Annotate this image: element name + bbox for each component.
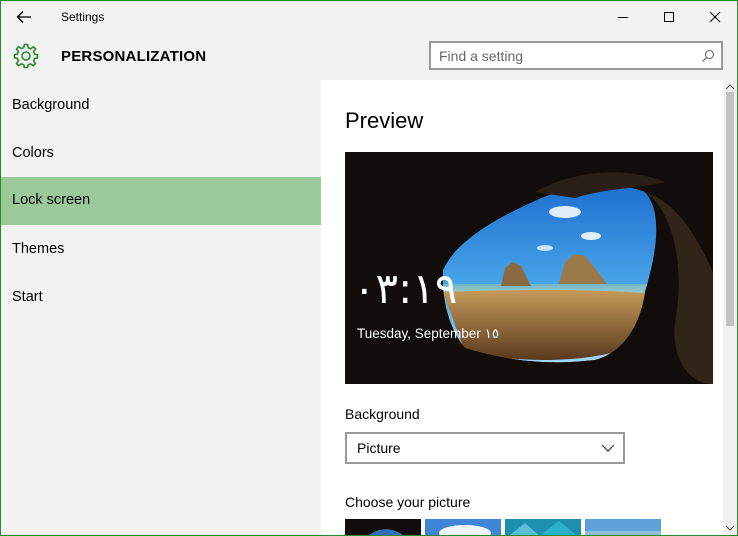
sidebar-nav: Background Colors Lock screen Themes Sta… — [1, 80, 321, 535]
search-input[interactable] — [439, 47, 689, 65]
picture-thumbnail[interactable] — [505, 519, 581, 535]
sidebar-item-themes[interactable]: Themes — [1, 226, 321, 274]
thumbnail-image — [425, 519, 501, 535]
gear-icon — [13, 43, 39, 69]
preview-heading: Preview — [345, 108, 424, 133]
scroll-up-icon[interactable] — [725, 83, 735, 91]
thumbnail-image — [345, 519, 421, 535]
window-title: Settings — [61, 10, 105, 24]
sidebar-item-label: Lock screen — [12, 192, 91, 208]
close-button[interactable] — [692, 1, 737, 33]
choose-picture-label: Choose your picture — [345, 494, 471, 510]
close-icon — [709, 11, 721, 23]
picture-thumbnail[interactable] — [425, 519, 501, 535]
back-arrow-icon — [16, 11, 31, 23]
chevron-down-icon — [601, 444, 615, 452]
maximize-icon — [664, 12, 674, 22]
sidebar-item-colors[interactable]: Colors — [1, 130, 321, 178]
sidebar-item-label: Colors — [12, 145, 54, 161]
sidebar-item-background[interactable]: Background — [1, 82, 321, 130]
minimize-button[interactable] — [600, 1, 646, 33]
thumbnail-image — [585, 519, 661, 535]
back-button[interactable] — [11, 5, 37, 29]
thumbnail-image — [505, 519, 581, 535]
search-icon[interactable] — [701, 49, 715, 63]
sidebar-item-label: Themes — [12, 241, 65, 257]
vertical-scrollbar[interactable] — [723, 80, 737, 535]
sidebar-item-lock-screen[interactable]: Lock screen — [1, 177, 321, 225]
minimize-icon — [618, 17, 628, 18]
lock-screen-preview: ٠٣:١٩ Tuesday, September ١٥ — [345, 152, 713, 384]
page-header: PERSONALIZATION — [1, 33, 737, 80]
scrollbar-thumb[interactable] — [726, 92, 734, 326]
sidebar-item-label: Background — [12, 97, 90, 113]
settings-window: Settings PERSONALIZATION Find a setting … — [0, 0, 738, 536]
picture-thumbnail[interactable] — [345, 519, 421, 535]
background-label: Background — [345, 406, 420, 422]
picture-thumbnail[interactable] — [585, 519, 661, 535]
scroll-down-icon[interactable] — [725, 524, 735, 532]
title-bar: Settings — [1, 1, 737, 33]
sidebar-item-label: Start — [12, 289, 43, 305]
search-box[interactable] — [429, 41, 723, 70]
page-title: PERSONALIZATION — [61, 48, 207, 65]
maximize-button[interactable] — [646, 1, 692, 33]
background-dropdown-value: Picture — [357, 440, 401, 456]
lock-screen-time: ٠٣:١٩ — [353, 264, 458, 313]
lock-screen-date: Tuesday, September ١٥ — [357, 326, 500, 341]
main-content: Preview ٠٣:١٩ Tuesday, September ١٥ Back… — [321, 80, 723, 535]
background-dropdown[interactable]: Picture — [345, 432, 625, 464]
sidebar-item-start[interactable]: Start — [1, 274, 321, 322]
